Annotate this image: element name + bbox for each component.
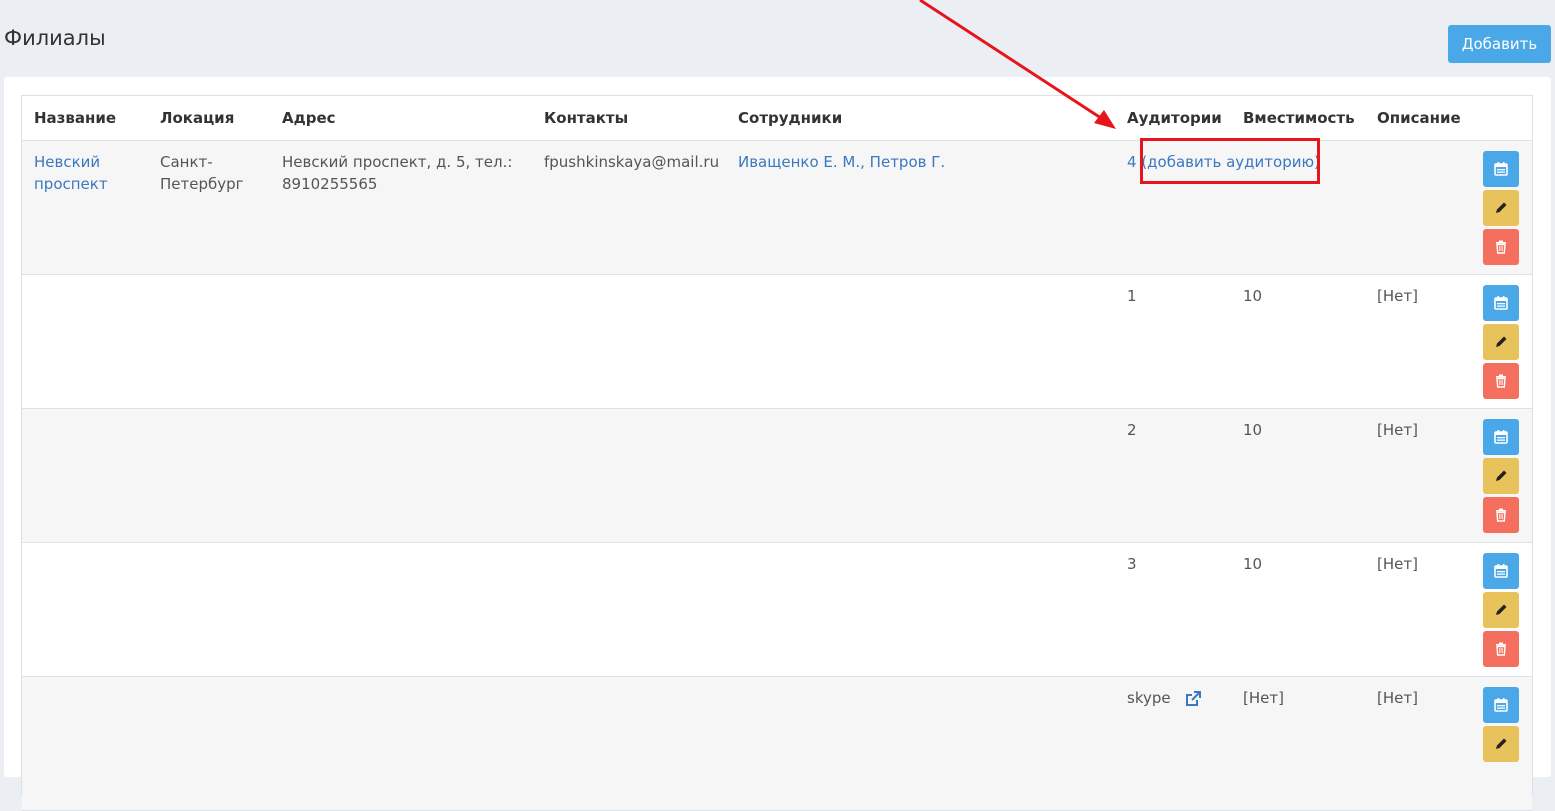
edit-button[interactable]	[1483, 726, 1519, 762]
trash-icon	[1496, 642, 1506, 656]
rooms-count-link[interactable]: 4	[1127, 153, 1137, 171]
header-address: Адрес	[282, 109, 336, 127]
address-line1: Невский проспект, д. 5, тел.:	[282, 153, 513, 171]
branches-table: Название Локация Адрес Контакты Сотрудни…	[21, 95, 1533, 811]
room-name: 3	[1127, 555, 1137, 573]
delete-button[interactable]	[1483, 497, 1519, 533]
external-link-icon[interactable]	[1185, 690, 1202, 707]
calendar-icon	[1494, 430, 1508, 444]
table-row-room: 1 10 [Нет]	[22, 275, 1532, 409]
pencil-icon	[1496, 604, 1507, 615]
room-actions	[1483, 285, 1519, 402]
branch-address: Невский проспект, д. 5, тел.: 8910255565	[282, 151, 512, 195]
delete-button[interactable]	[1483, 631, 1519, 667]
calendar-icon	[1494, 564, 1508, 578]
schedule-button[interactable]	[1483, 687, 1519, 723]
room-name-text: skype	[1127, 689, 1171, 707]
trash-icon	[1496, 240, 1506, 254]
room-actions	[1483, 419, 1519, 536]
edit-button[interactable]	[1483, 324, 1519, 360]
branch-location: Санкт- Петербург	[160, 151, 244, 195]
header-contacts: Контакты	[544, 109, 629, 127]
table-header: Название Локация Адрес Контакты Сотрудни…	[22, 96, 1532, 141]
table-row-room: 3 10 [Нет]	[22, 543, 1532, 677]
add-room-close-paren: )	[1314, 153, 1320, 171]
pencil-icon	[1496, 202, 1507, 213]
calendar-icon	[1494, 698, 1508, 712]
room-description: [Нет]	[1377, 689, 1418, 707]
header-description: Описание	[1377, 109, 1461, 127]
room-actions	[1483, 553, 1519, 670]
table-row-room: skype [Нет] [Нет]	[22, 677, 1532, 811]
address-line2: 8910255565	[282, 175, 378, 193]
add-room-open-paren: (	[1136, 153, 1148, 171]
branches-card: Название Локация Адрес Контакты Сотрудни…	[4, 77, 1551, 811]
header-staff: Сотрудники	[738, 109, 843, 127]
room-name: 2	[1127, 421, 1137, 439]
room-name: 1	[1127, 287, 1137, 305]
branch-name-link[interactable]: Невский проспект	[34, 151, 108, 195]
trash-icon	[1496, 508, 1506, 522]
room-actions	[1483, 687, 1519, 765]
table-row-branch: Невский проспект Санкт- Петербург Невски…	[22, 141, 1532, 275]
page-title: Филиалы	[4, 26, 106, 50]
header-rooms: Аудитории	[1127, 109, 1222, 127]
schedule-button[interactable]	[1483, 285, 1519, 321]
delete-button[interactable]	[1483, 363, 1519, 399]
schedule-button[interactable]	[1483, 151, 1519, 187]
branch-contacts: fpushkinskaya@mail.ru	[544, 153, 720, 171]
trash-icon	[1496, 374, 1506, 388]
edit-button[interactable]	[1483, 458, 1519, 494]
location-line2: Петербург	[160, 175, 244, 193]
edit-button[interactable]	[1483, 190, 1519, 226]
branch-staff-link[interactable]: Иващенко Е. М., Петров Г.	[738, 151, 945, 173]
branch-name-line2: проспект	[34, 175, 108, 193]
pencil-icon	[1496, 470, 1507, 481]
add-branch-button[interactable]: Добавить	[1448, 25, 1551, 63]
schedule-button[interactable]	[1483, 419, 1519, 455]
room-description: [Нет]	[1377, 421, 1418, 439]
header-location: Локация	[160, 109, 235, 127]
pencil-icon	[1496, 336, 1507, 347]
edit-button[interactable]	[1483, 592, 1519, 628]
calendar-icon	[1494, 162, 1508, 176]
branch-rooms: 4 (добавить аудиторию)	[1127, 151, 1320, 173]
branch-actions	[1483, 151, 1519, 268]
add-room-link[interactable]: добавить аудиторию	[1147, 153, 1314, 171]
header-capacity: Вместимость	[1243, 109, 1355, 127]
branch-name-line1: Невский	[34, 153, 101, 171]
room-capacity: 10	[1243, 555, 1263, 573]
room-capacity: 10	[1243, 421, 1263, 439]
room-description: [Нет]	[1377, 555, 1418, 573]
room-description: [Нет]	[1377, 287, 1418, 305]
calendar-icon	[1494, 296, 1508, 310]
table-row-room: 2 10 [Нет]	[22, 409, 1532, 543]
pencil-icon	[1496, 738, 1507, 749]
schedule-button[interactable]	[1483, 553, 1519, 589]
location-line1: Санкт-	[160, 153, 213, 171]
delete-button[interactable]	[1483, 229, 1519, 265]
header-name: Название	[34, 109, 117, 127]
room-capacity: 10	[1243, 287, 1263, 305]
room-capacity: [Нет]	[1243, 689, 1284, 707]
room-name: skype	[1127, 687, 1202, 709]
